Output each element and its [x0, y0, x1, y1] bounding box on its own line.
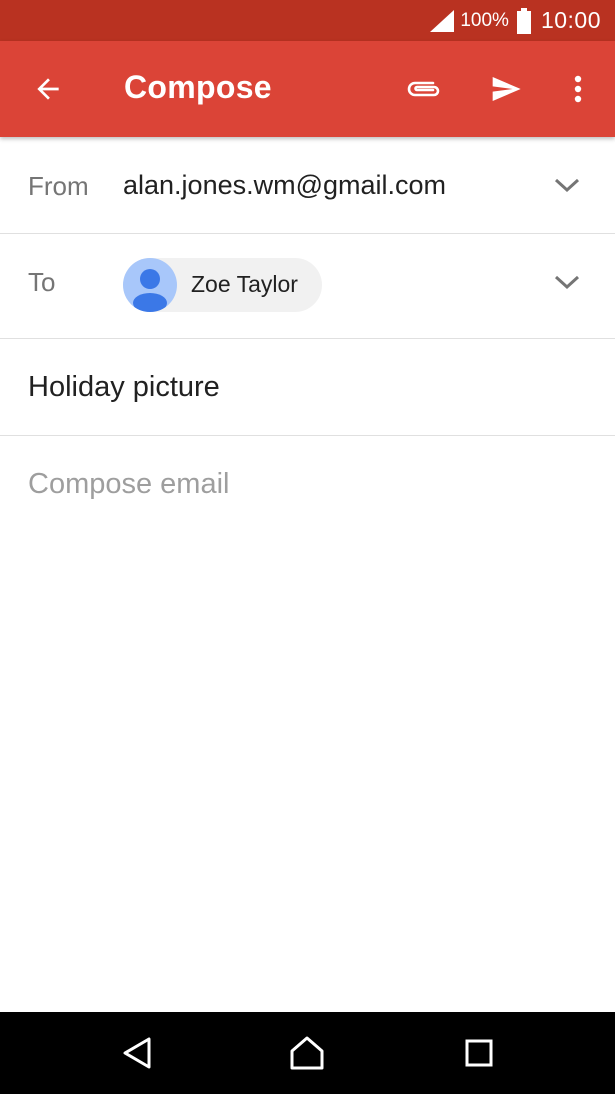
avatar [123, 258, 177, 312]
recipient-chip[interactable]: Zoe Taylor [123, 258, 322, 312]
navigation-bar [0, 1012, 615, 1094]
send-icon [492, 77, 521, 101]
from-label: From [28, 171, 89, 201]
status-indicators: 100% 10:00 [430, 0, 601, 41]
back-button[interactable] [24, 65, 72, 113]
chevron-down-icon [554, 275, 580, 290]
nav-back-icon [123, 1037, 151, 1069]
subject-field[interactable]: Holiday picture [0, 339, 615, 436]
chevron-down-icon [554, 178, 580, 193]
paperclip-icon [407, 81, 440, 97]
from-address[interactable]: alan.jones.wm@gmail.com [123, 170, 446, 201]
status-bar: 100% 10:00 [0, 0, 615, 41]
clock: 10:00 [540, 7, 601, 33]
app-bar: Compose [0, 41, 615, 137]
more-vert-icon [574, 75, 582, 103]
back-arrow-icon [37, 78, 59, 100]
battery-icon [516, 7, 531, 34]
page-title: Compose [124, 69, 272, 105]
nav-back-button[interactable] [109, 1028, 165, 1078]
signal-icon [430, 9, 455, 32]
from-dropdown-button[interactable] [549, 167, 585, 203]
to-dropdown-button[interactable] [549, 264, 585, 300]
attach-button[interactable] [398, 65, 450, 113]
nav-recent-apps-button[interactable] [451, 1028, 507, 1078]
to-label: To [28, 267, 56, 297]
to-row[interactable]: To Zoe Taylor [0, 234, 615, 339]
more-options-button[interactable] [556, 65, 600, 113]
nav-home-button[interactable] [279, 1028, 335, 1078]
recipient-name: Zoe Taylor [191, 271, 298, 297]
email-body-input[interactable]: Compose email [0, 436, 615, 1012]
nav-recent-icon [465, 1039, 493, 1067]
person-icon [133, 269, 167, 312]
body-placeholder: Compose email [28, 468, 230, 500]
nav-home-icon [290, 1036, 324, 1070]
send-button[interactable] [482, 65, 530, 113]
subject-text: Holiday picture [28, 371, 220, 403]
battery-percentage: 100% [460, 9, 509, 31]
from-row[interactable]: From alan.jones.wm@gmail.com [0, 137, 615, 234]
